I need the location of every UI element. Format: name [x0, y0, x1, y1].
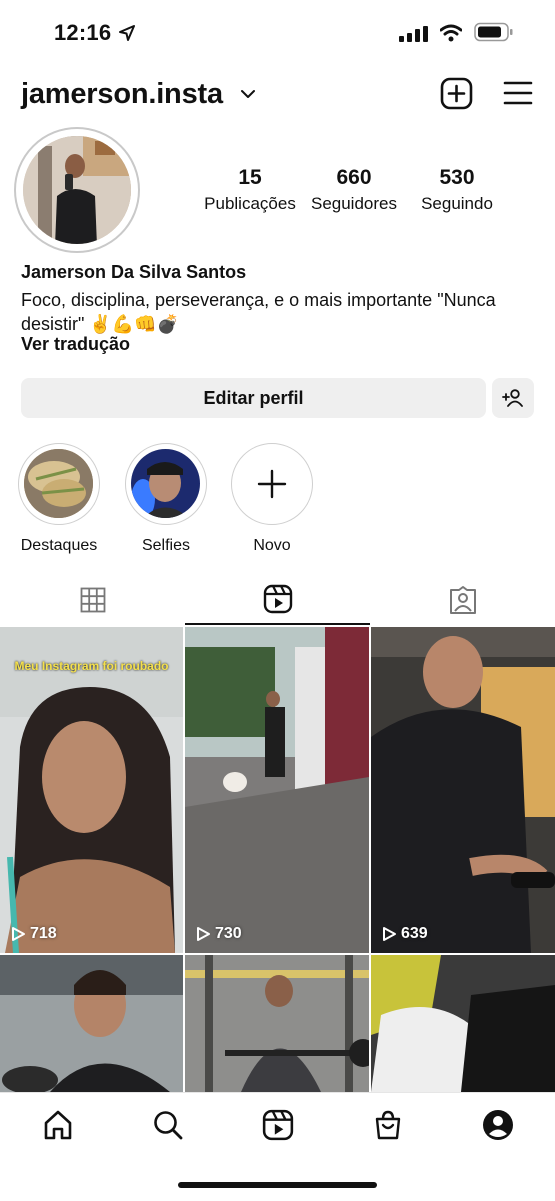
add-user-icon: [502, 389, 523, 407]
stat-followers[interactable]: 660 Seguidores: [304, 166, 404, 214]
stat-following-count: 530: [439, 166, 475, 189]
reel-thumbnail[interactable]: [185, 955, 369, 1092]
play-icon: [12, 927, 25, 941]
shop-icon[interactable]: [372, 1109, 404, 1141]
home-icon[interactable]: [42, 1109, 74, 1141]
avatar-photo: [23, 136, 131, 244]
reel-view-count: 730: [215, 925, 242, 942]
stat-posts[interactable]: 15 Publicações: [200, 166, 300, 214]
status-time: 12:16: [54, 20, 112, 45]
stat-followers-label: Seguidores: [310, 194, 397, 213]
reel-views: 730: [195, 925, 242, 943]
highlight-cover: [24, 449, 93, 518]
reel-thumbnail[interactable]: [0, 955, 183, 1092]
profile-username[interactable]: jamerson.insta: [21, 78, 223, 111]
edit-profile-button[interactable]: Editar perfil: [21, 378, 486, 418]
grid-icon: [80, 587, 105, 613]
reels-icon[interactable]: [262, 1109, 294, 1141]
highlight-cover: [131, 449, 200, 518]
reel-thumbnail[interactable]: 730: [185, 627, 369, 953]
location-arrow-icon: [119, 25, 135, 41]
menu-icon[interactable]: [503, 80, 533, 106]
plus-icon: [257, 469, 287, 499]
reel-thumbnail[interactable]: 639: [371, 627, 555, 953]
tagged-icon: [449, 586, 476, 614]
reels-icon: [263, 584, 292, 614]
reel-thumbnail[interactable]: [371, 955, 555, 1092]
reel-image: [371, 627, 555, 953]
see-translation-link[interactable]: Ver tradução: [21, 334, 130, 355]
highlight-label: Selfies: [141, 537, 191, 554]
reel-image: [0, 955, 183, 1092]
reel-view-count: 639: [401, 925, 428, 942]
chevron-down-icon[interactable]: [240, 88, 256, 100]
discover-people-button[interactable]: [492, 378, 534, 418]
tab-reels[interactable]: [185, 575, 370, 625]
profile-bio: Foco, disciplina, perseverança, e o mais…: [21, 290, 496, 334]
wifi-icon: [440, 24, 462, 42]
reel-image: [371, 955, 555, 1092]
stat-following-label: Seguindo: [421, 194, 493, 213]
stat-posts-count: 15: [238, 166, 262, 189]
reel-views: 718: [10, 925, 57, 943]
play-icon: [197, 927, 210, 941]
stat-following[interactable]: 530 Seguindo: [412, 166, 502, 214]
search-icon[interactable]: [152, 1109, 184, 1141]
profile-icon[interactable]: [482, 1109, 514, 1141]
reel-image: [185, 627, 369, 953]
profile-avatar[interactable]: [14, 127, 140, 253]
highlight-selfies[interactable]: Selfies: [116, 443, 216, 555]
battery-icon: [474, 22, 513, 42]
reel-image: [0, 627, 183, 953]
tab-tagged[interactable]: [370, 575, 555, 625]
stat-followers-count: 660: [336, 166, 372, 189]
stat-posts-label: Publicações: [204, 194, 296, 213]
highlight-new[interactable]: Novo: [222, 443, 322, 555]
highlight-destaques[interactable]: Destaques: [9, 443, 109, 555]
home-indicator: [178, 1182, 377, 1188]
play-icon: [383, 927, 396, 941]
reel-image: [185, 955, 369, 1092]
reel-views: 639: [381, 925, 428, 943]
highlight-label: Destaques: [20, 537, 98, 554]
reel-view-count: 718: [30, 925, 57, 942]
highlight-label: Novo: [253, 537, 291, 554]
new-post-icon[interactable]: [440, 77, 473, 110]
tab-posts-grid[interactable]: [0, 575, 185, 625]
profile-full-name: Jamerson Da Silva Santos: [21, 262, 247, 282]
cellular-signal-icon: [399, 26, 428, 42]
reel-thumbnail[interactable]: Meu Instagram foi roubado 718: [0, 627, 183, 953]
reel-caption-overlay: Meu Instagram foi roubado: [14, 659, 169, 673]
